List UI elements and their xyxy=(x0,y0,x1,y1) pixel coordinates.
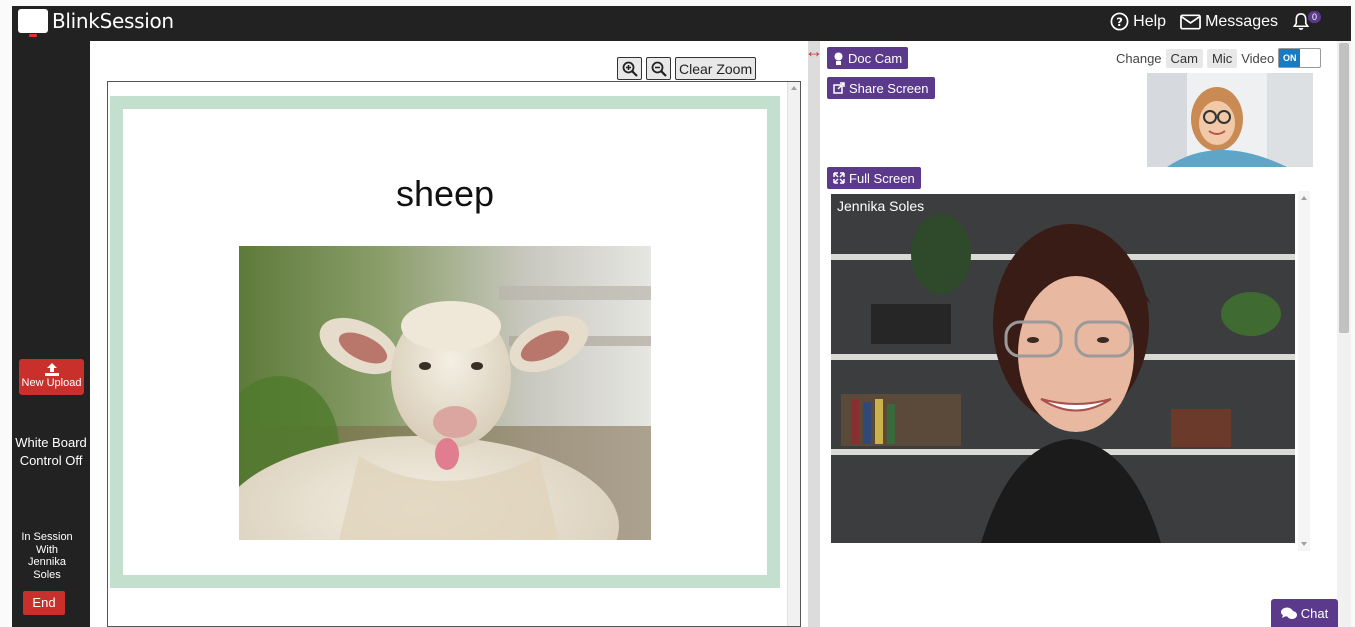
top-bar: BlinkSession ? Help Messages 0 xyxy=(12,6,1351,41)
new-upload-label: New Upload xyxy=(21,377,82,389)
panel-divider[interactable] xyxy=(808,41,820,627)
envelope-icon xyxy=(1180,13,1201,30)
video-label: Video xyxy=(1241,50,1275,66)
share-icon xyxy=(833,82,845,94)
upload-icon xyxy=(44,363,59,376)
messages-label: Messages xyxy=(1205,12,1278,30)
chat-label: Chat xyxy=(1300,605,1329,621)
session-line3: Jennika xyxy=(28,556,66,568)
notification-count-badge: 0 xyxy=(1307,10,1321,23)
video-scrollbar[interactable] xyxy=(1298,191,1310,551)
help-label: Help xyxy=(1133,12,1167,30)
share-screen-label: Share Screen xyxy=(849,80,929,96)
zoom-out-icon xyxy=(651,61,667,77)
video-toggle-state: ON xyxy=(1279,49,1301,67)
svg-text:?: ? xyxy=(1116,15,1123,29)
brand-name: BlinkSession xyxy=(52,9,174,33)
zoom-in-button[interactable] xyxy=(617,57,642,80)
sheep-photo xyxy=(239,246,651,540)
video-toggle[interactable]: ON xyxy=(1278,48,1322,68)
doc-cam-label: Doc Cam xyxy=(848,50,903,66)
share-screen-button[interactable]: Share Screen xyxy=(827,77,935,99)
zoom-out-button[interactable] xyxy=(646,57,671,80)
remote-video[interactable]: Jennika Soles xyxy=(831,194,1295,543)
whiteboard-scrollbar[interactable] xyxy=(787,82,800,626)
help-link[interactable]: ? Help xyxy=(1110,12,1166,31)
question-circle-icon: ? xyxy=(1110,12,1129,31)
app-window: BlinkSession ? Help Messages 0 New Uploa… xyxy=(12,6,1351,627)
media-controls: Change Cam Mic Video ON xyxy=(1116,48,1322,68)
chat-bubbles-icon xyxy=(1280,607,1297,619)
change-mic-button[interactable]: Mic xyxy=(1207,48,1238,68)
new-upload-button[interactable]: New Upload xyxy=(19,359,84,395)
flashcard: sheep xyxy=(110,96,780,588)
notifications-button[interactable]: 0 xyxy=(1292,10,1321,31)
messages-link[interactable]: Messages xyxy=(1180,13,1278,31)
whiteboard-canvas[interactable]: sheep xyxy=(107,81,801,627)
change-label: Change xyxy=(1116,50,1162,66)
camera-icon xyxy=(834,52,843,65)
change-cam-button[interactable]: Cam xyxy=(1165,48,1203,68)
page-scrollbar[interactable] xyxy=(1337,41,1351,627)
session-line1: In Session xyxy=(21,531,73,543)
whiteboard-control-status: White Board Control Off xyxy=(12,434,90,470)
session-info: In Session With Jennika Soles xyxy=(12,531,82,581)
chat-button[interactable]: Chat xyxy=(1271,599,1338,627)
resize-arrows-icon[interactable]: ↔ xyxy=(805,41,823,62)
zoom-in-icon xyxy=(622,61,638,77)
left-sidebar: New Upload White Board Control Off In Se… xyxy=(12,41,90,627)
brand-logo[interactable]: BlinkSession xyxy=(18,9,174,37)
whiteboard-status-line2: Control Off xyxy=(19,453,83,468)
flashcard-word: sheep xyxy=(395,173,495,214)
page-scrollbar-thumb[interactable] xyxy=(1339,43,1349,333)
full-screen-button[interactable]: Full Screen xyxy=(827,167,921,189)
remote-participant-name: Jennika Soles xyxy=(837,198,925,214)
whiteboard-status-line1: White Board xyxy=(15,435,87,450)
clear-zoom-button[interactable]: Clear Zoom xyxy=(675,57,757,80)
session-line2: With xyxy=(36,543,58,556)
expand-icon xyxy=(833,172,845,184)
top-nav: ? Help Messages 0 xyxy=(1110,10,1321,31)
session-line4: Soles xyxy=(33,568,61,581)
zoom-toolbar: Clear Zoom xyxy=(617,57,757,80)
full-screen-label: Full Screen xyxy=(849,170,915,186)
monitor-logo-icon xyxy=(18,9,48,37)
self-view-video[interactable] xyxy=(1147,73,1313,167)
end-session-button[interactable]: End xyxy=(23,591,65,615)
doc-cam-button[interactable]: Doc Cam xyxy=(827,47,909,69)
screenshot-frame: BlinkSession ? Help Messages 0 New Uploa… xyxy=(0,0,1355,627)
